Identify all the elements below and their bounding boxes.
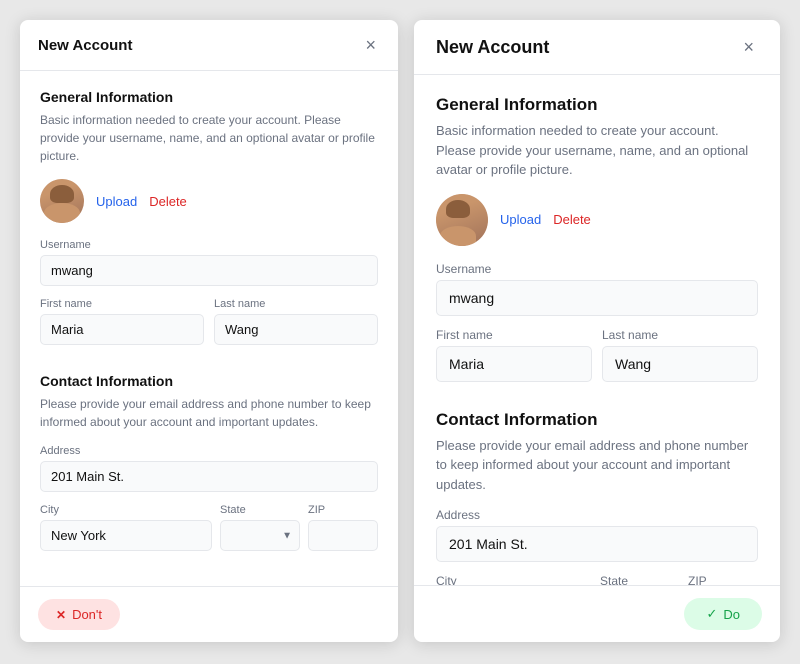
large-address-label: Address xyxy=(436,508,758,522)
large-city-state-zip-row: City State NY CA WA ▼ xyxy=(436,574,758,585)
large-address-field-group: Address xyxy=(436,508,758,562)
large-modal-body: General Information Basic information ne… xyxy=(414,75,780,585)
large-upload-button[interactable]: Upload xyxy=(500,212,541,227)
contact-info-title: Contact Information xyxy=(40,373,378,389)
large-modal: New Account × General Information Basic … xyxy=(414,20,780,642)
avatar-row: Upload Delete xyxy=(40,179,378,223)
small-modal: New Account × General Information Basic … xyxy=(20,20,398,642)
large-modal-footer: ✓ Do xyxy=(414,585,780,642)
lastname-field-group: Last name xyxy=(214,298,378,345)
city-state-zip-row: City State NY CA WA ▼ xyxy=(40,504,378,563)
name-fields-row: First name Last name xyxy=(40,298,378,357)
x-icon: ✕ xyxy=(56,608,66,622)
large-lastname-label: Last name xyxy=(602,328,758,342)
username-label: Username xyxy=(40,239,378,251)
address-label: Address xyxy=(40,445,378,457)
address-input[interactable] xyxy=(40,461,378,492)
large-city-label: City xyxy=(436,574,592,585)
large-avatar-image xyxy=(436,194,488,246)
state-select-wrapper: NY CA WA ▼ xyxy=(220,520,300,551)
small-modal-close-button[interactable]: × xyxy=(361,34,380,56)
large-state-label: State xyxy=(600,574,680,585)
lastname-input[interactable] xyxy=(214,314,378,345)
zip-label: ZIP xyxy=(308,504,378,516)
firstname-input[interactable] xyxy=(40,314,204,345)
close-icon: × xyxy=(743,37,754,57)
small-modal-title: New Account xyxy=(38,37,132,54)
address-field-group: Address xyxy=(40,445,378,492)
check-icon: ✓ xyxy=(706,606,717,622)
firstname-field-group: First name xyxy=(40,298,204,345)
large-zip-field-group: ZIP xyxy=(688,574,758,585)
zip-input[interactable] xyxy=(308,520,378,551)
large-city-field-group: City xyxy=(436,574,592,585)
username-input[interactable] xyxy=(40,255,378,286)
state-select[interactable]: NY CA WA xyxy=(220,520,300,551)
large-name-fields-row: First name Last name xyxy=(436,328,758,394)
small-modal-footer: ✕ Don't xyxy=(20,586,398,642)
large-general-info-desc: Basic information needed to create your … xyxy=(436,121,758,180)
large-state-field-group: State NY CA WA ▼ xyxy=(600,574,680,585)
dont-label: Don't xyxy=(72,607,102,622)
large-avatar-row: Upload Delete xyxy=(436,194,758,246)
large-general-info-title: General Information xyxy=(436,95,758,115)
large-contact-info-title: Contact Information xyxy=(436,410,758,430)
zip-field-group: ZIP xyxy=(308,504,378,551)
dont-button[interactable]: ✕ Don't xyxy=(38,599,120,630)
firstname-label: First name xyxy=(40,298,204,310)
upload-button[interactable]: Upload xyxy=(96,194,137,209)
small-modal-header: New Account × xyxy=(20,20,398,71)
username-field-group: Username xyxy=(40,239,378,286)
general-info-section: General Information Basic information ne… xyxy=(40,89,378,357)
city-input[interactable] xyxy=(40,520,212,551)
large-username-label: Username xyxy=(436,262,758,276)
large-delete-button[interactable]: Delete xyxy=(553,212,591,227)
do-label: Do xyxy=(723,607,740,622)
large-address-input[interactable] xyxy=(436,526,758,562)
large-username-input[interactable] xyxy=(436,280,758,316)
large-firstname-field-group: First name xyxy=(436,328,592,382)
large-firstname-input[interactable] xyxy=(436,346,592,382)
city-field-group: City xyxy=(40,504,212,551)
city-label: City xyxy=(40,504,212,516)
contact-info-desc: Please provide your email address and ph… xyxy=(40,395,378,431)
state-field-group: State NY CA WA ▼ xyxy=(220,504,300,551)
small-modal-body: General Information Basic information ne… xyxy=(20,71,398,586)
general-info-title: General Information xyxy=(40,89,378,105)
do-button[interactable]: ✓ Do xyxy=(684,598,762,630)
large-zip-label: ZIP xyxy=(688,574,758,585)
large-firstname-label: First name xyxy=(436,328,592,342)
large-modal-close-button[interactable]: × xyxy=(739,36,758,58)
large-modal-title: New Account xyxy=(436,37,549,58)
large-general-info-section: General Information Basic information ne… xyxy=(436,95,758,394)
avatar xyxy=(40,179,84,223)
avatar-image xyxy=(40,179,84,223)
large-contact-info-section: Contact Information Please provide your … xyxy=(436,410,758,586)
contact-info-section: Contact Information Please provide your … xyxy=(40,373,378,563)
large-modal-header: New Account × xyxy=(414,20,780,75)
large-lastname-field-group: Last name xyxy=(602,328,758,382)
large-username-field-group: Username xyxy=(436,262,758,316)
lastname-label: Last name xyxy=(214,298,378,310)
general-info-desc: Basic information needed to create your … xyxy=(40,111,378,165)
large-contact-info-desc: Please provide your email address and ph… xyxy=(436,436,758,495)
close-icon: × xyxy=(365,35,376,55)
large-avatar xyxy=(436,194,488,246)
large-lastname-input[interactable] xyxy=(602,346,758,382)
state-label: State xyxy=(220,504,300,516)
delete-button[interactable]: Delete xyxy=(149,194,187,209)
